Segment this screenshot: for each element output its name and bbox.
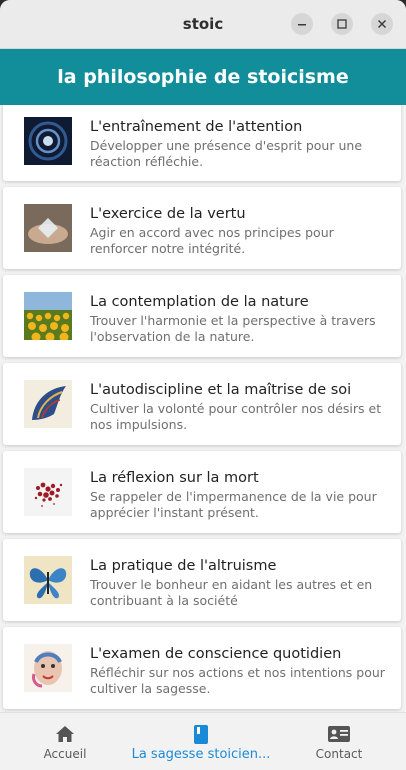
- spiral-galaxy-image: [24, 117, 72, 165]
- close-button[interactable]: [371, 13, 393, 35]
- practice-description: Développer une présence d'esprit pour un…: [90, 138, 363, 169]
- app-window: stoic la philosophie de stoicisme L'entr…: [0, 0, 406, 770]
- practice-description: Se rappeler de l'impermanence de la vie …: [90, 489, 377, 520]
- practice-description: Agir en accord avec nos principes pour r…: [90, 225, 334, 256]
- practice-card-nature[interactable]: La contemplation de la nature Trouver l'…: [3, 275, 401, 357]
- maximize-icon: [337, 19, 347, 29]
- practice-card-death[interactable]: La réflexion sur la mort Se rappeler de …: [3, 451, 401, 533]
- nav-contact[interactable]: Contact: [272, 713, 406, 770]
- practice-description: Trouver l'harmonie et la perspective à t…: [90, 313, 376, 344]
- nav-label: Contact: [315, 747, 363, 761]
- practice-card-attention[interactable]: L'entraînement de l'attention Développer…: [3, 105, 401, 181]
- practice-title: La pratique de l'altruisme: [90, 558, 277, 574]
- practice-title: L'autodiscipline et la maîtrise de soi: [90, 382, 352, 398]
- wing-image: [24, 380, 72, 428]
- hands-crystal-image: [24, 204, 72, 252]
- practice-title: L'examen de conscience quotidien: [90, 646, 342, 662]
- contact-card-icon: [328, 726, 350, 742]
- practice-title: L'entraînement de l'attention: [90, 119, 303, 135]
- title-bar: stoic: [0, 0, 406, 49]
- face-art-image: [24, 644, 72, 692]
- practice-description: Réfléchir sur nos actions et nos intenti…: [90, 665, 385, 696]
- practice-description: Trouver le bonheur en aidant les autres …: [90, 577, 373, 608]
- maximize-button[interactable]: [331, 13, 353, 35]
- practice-card-examination[interactable]: L'examen de conscience quotidien Réfléch…: [3, 627, 401, 709]
- practice-description: Cultiver la volonté pour contrôler nos d…: [90, 401, 382, 432]
- app-bar-title: la philosophie de stoicisme: [57, 66, 349, 88]
- book-icon: [194, 725, 208, 744]
- minimize-button[interactable]: [291, 13, 313, 35]
- minimize-icon: [298, 24, 306, 26]
- butterfly-image: [24, 556, 72, 604]
- practice-card-altruism[interactable]: La pratique de l'altruisme Trouver le bo…: [3, 539, 401, 621]
- nav-wisdom[interactable]: La sagesse stoicien...: [130, 713, 272, 770]
- close-icon: [377, 19, 387, 29]
- practice-title: L'exercice de la vertu: [90, 206, 246, 222]
- bottom-navigation: Accueil La sagesse stoicien... Contact: [0, 712, 406, 770]
- practice-title: La réflexion sur la mort: [90, 470, 259, 486]
- practice-title: La contemplation de la nature: [90, 294, 309, 310]
- nav-label: La sagesse stoicien...: [131, 747, 271, 762]
- home-icon: [56, 726, 74, 742]
- red-particles-image: [24, 468, 72, 516]
- app-bar: la philosophie de stoicisme: [0, 49, 406, 105]
- nav-label: Accueil: [43, 747, 87, 761]
- practice-card-discipline[interactable]: L'autodiscipline et la maîtrise de soi C…: [3, 363, 401, 445]
- practice-card-virtue[interactable]: L'exercice de la vertu Agir en accord av…: [3, 187, 401, 269]
- practices-list[interactable]: L'entraînement de l'attention Développer…: [0, 105, 406, 712]
- sunflower-field-image: [24, 292, 72, 340]
- nav-home[interactable]: Accueil: [0, 713, 130, 770]
